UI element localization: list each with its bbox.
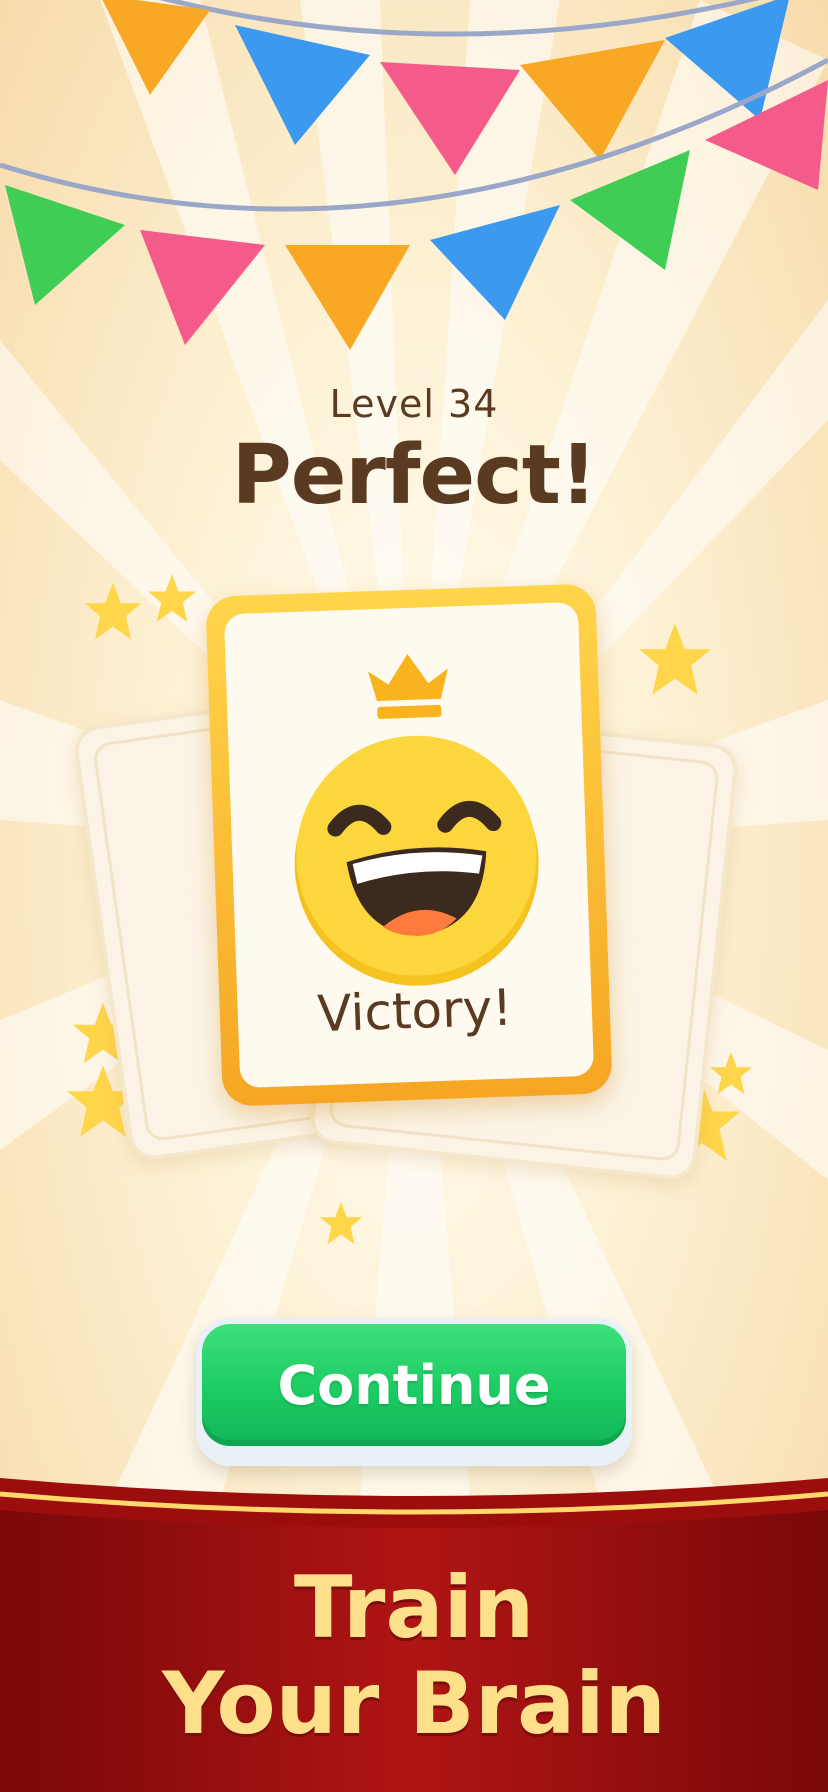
victory-card: Victory! <box>205 583 613 1107</box>
promo-line-2: Your Brain <box>162 1654 666 1754</box>
promo-headline: Train Your Brain <box>0 1560 828 1752</box>
star-icon <box>84 582 142 640</box>
victory-card-stack: Victory! <box>0 560 828 1260</box>
continue-button[interactable]: Continue <box>196 1318 632 1466</box>
party-bunting-decoration <box>0 0 828 350</box>
result-headline: Perfect! <box>231 428 598 523</box>
victory-caption: Victory! <box>316 978 514 1044</box>
level-label: Level 34 <box>329 382 499 426</box>
laughing-face-icon <box>294 735 539 986</box>
star-icon <box>319 1201 363 1245</box>
star-icon <box>639 623 711 695</box>
result-header: Level 34 Perfect! <box>0 382 828 523</box>
continue-button-label: Continue <box>277 1353 551 1417</box>
crown-icon <box>367 653 448 719</box>
star-icon <box>148 574 196 622</box>
promo-line-1: Train <box>293 1558 535 1658</box>
